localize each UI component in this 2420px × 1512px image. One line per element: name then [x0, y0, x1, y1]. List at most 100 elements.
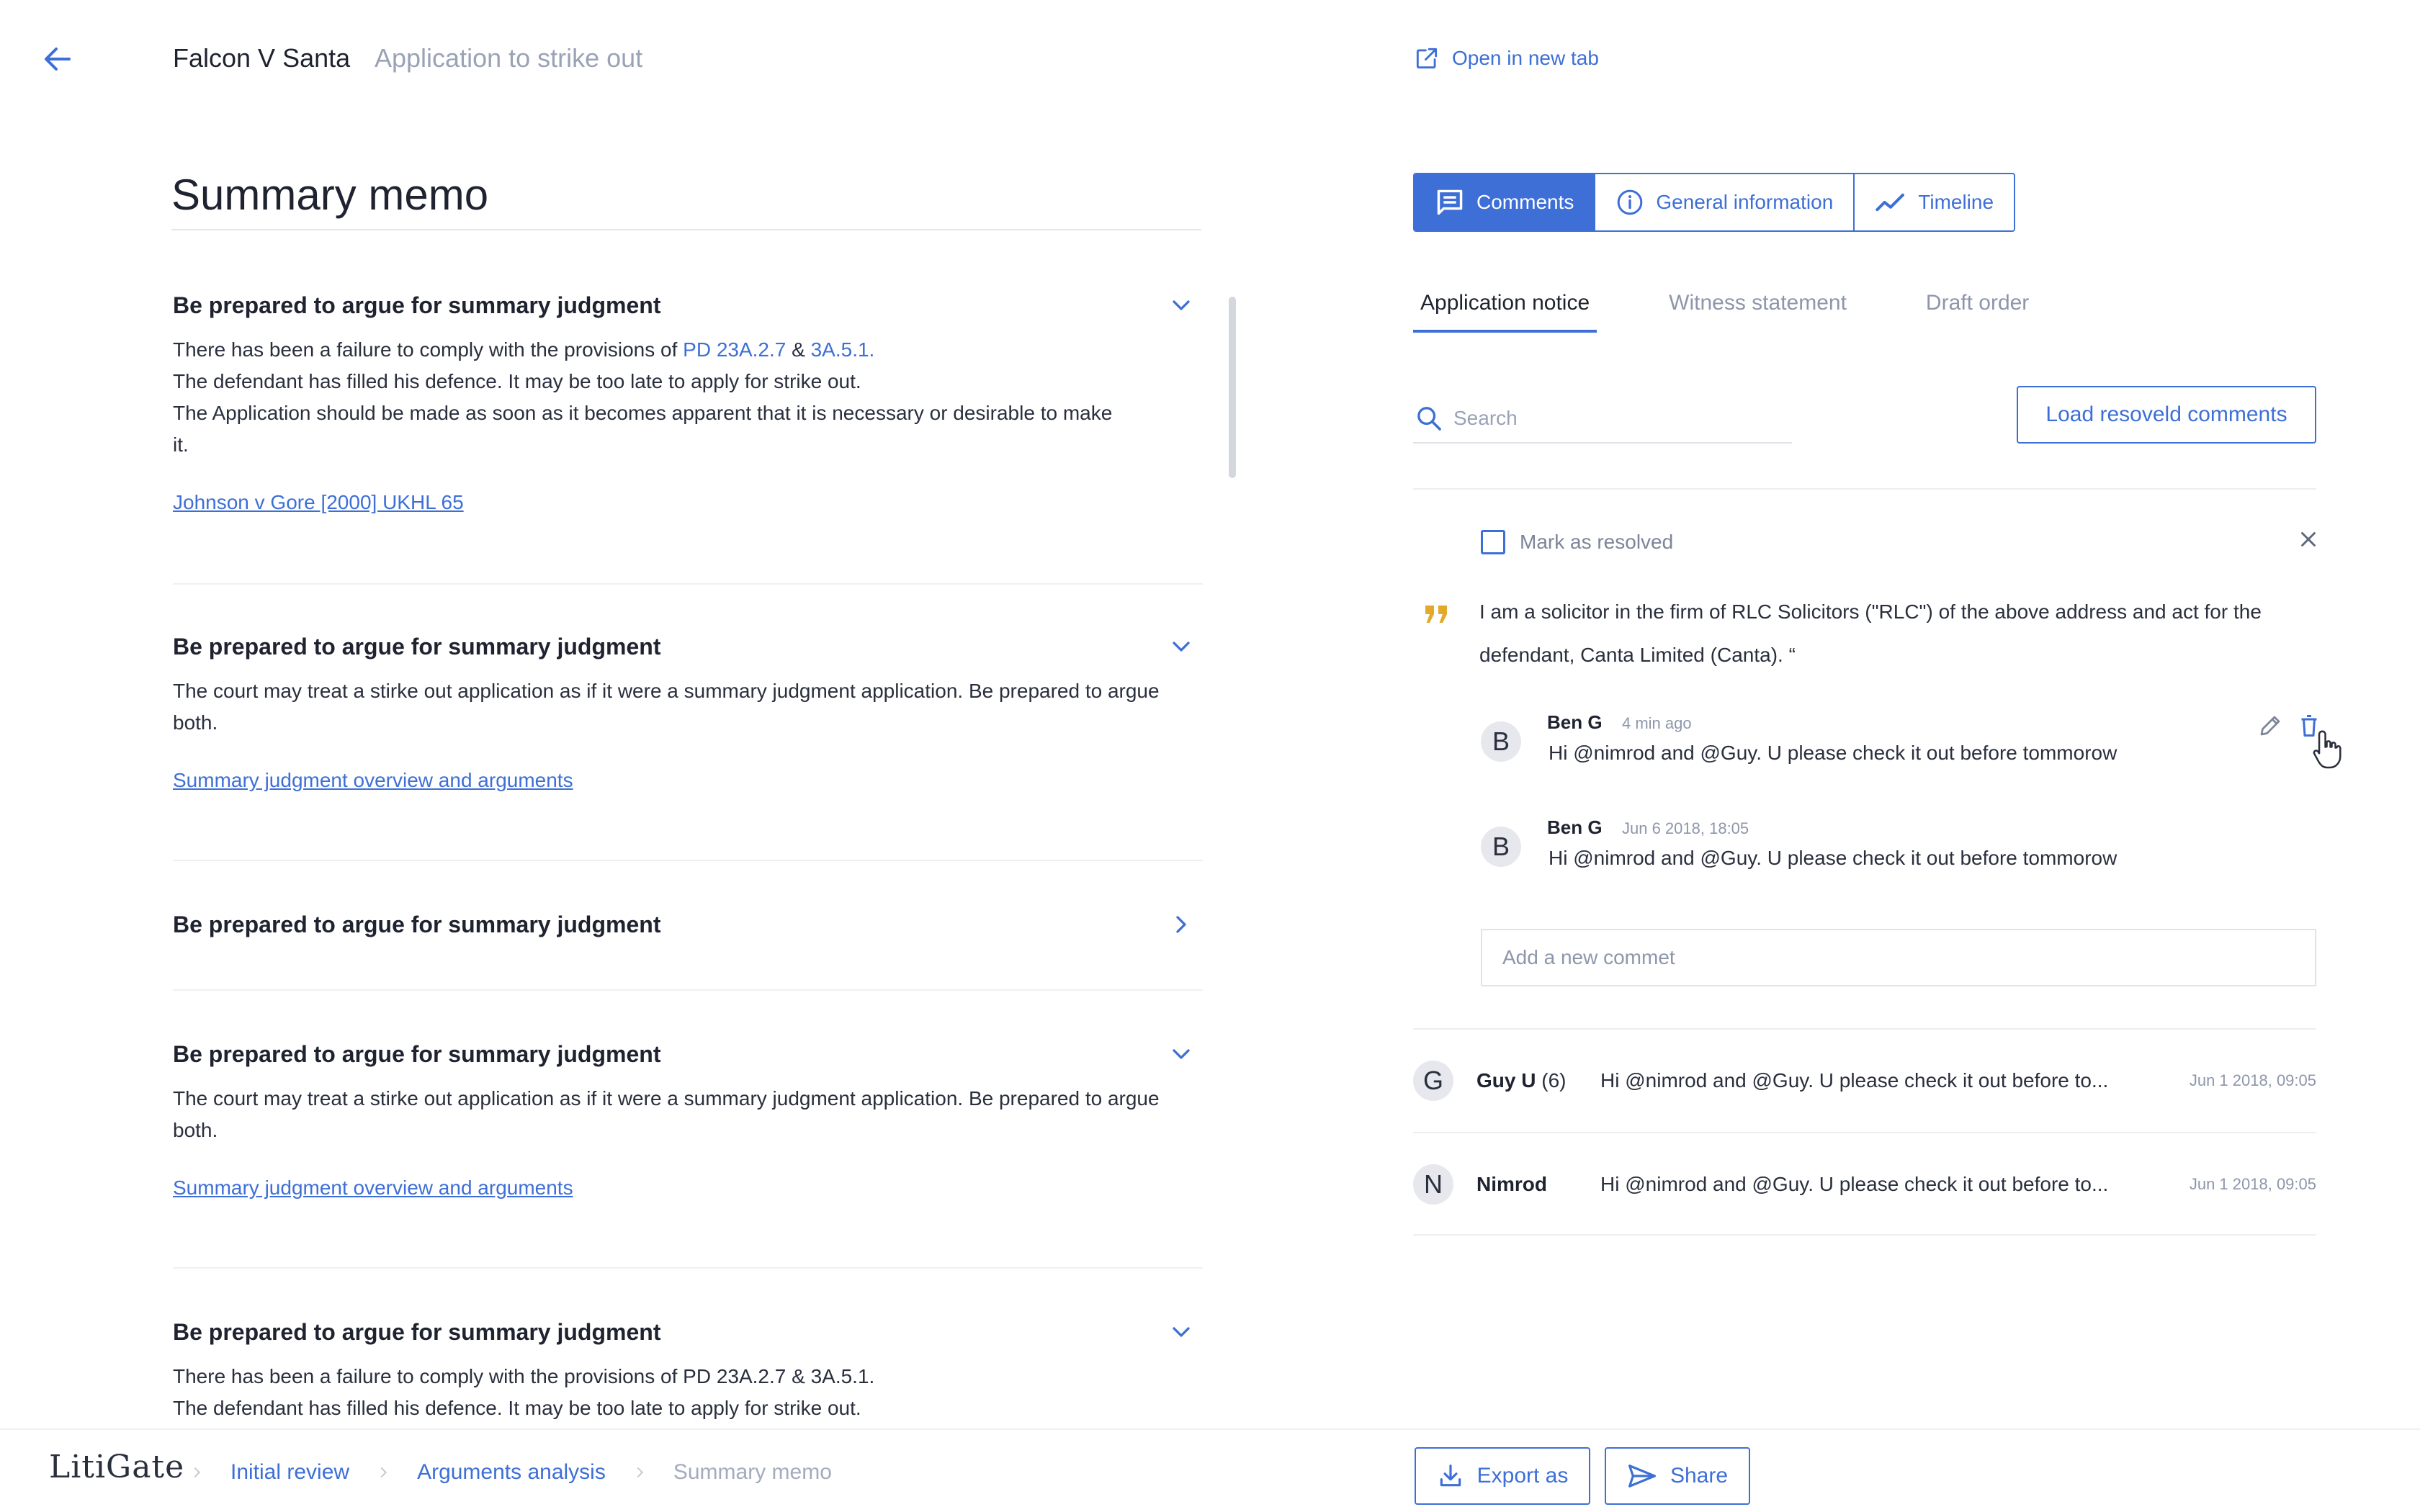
breadcrumb-arguments-analysis[interactable]: Arguments analysis — [417, 1460, 606, 1485]
thread-author: Guy U (6) — [1476, 1069, 1567, 1092]
comment-text: Hi @nimrod and @Guy. U please check it o… — [1549, 847, 2118, 869]
section-divider — [173, 860, 1203, 861]
page-title: Summary memo — [171, 171, 489, 219]
comment-author: Ben G — [1547, 711, 1603, 733]
section-header[interactable]: Be prepared to argue for summary judgmen… — [173, 907, 1203, 942]
segment-label: General information — [1656, 191, 1834, 213]
section-text: The defendant has filled his defence. It… — [173, 1397, 861, 1419]
external-link-icon — [1416, 48, 1438, 69]
section-text: & — [786, 338, 811, 361]
comment-thread-row[interactable]: G Guy U (6) Hi @nimrod and @Guy. U pleas… — [1413, 1030, 2316, 1132]
section-header[interactable]: Be prepared to argue for summary judgmen… — [173, 1315, 1203, 1349]
edit-icon[interactable] — [2257, 713, 2283, 739]
case-subtitle: Application to strike out — [375, 43, 643, 73]
summary-judgment-link[interactable]: Summary judgment overview and arguments — [173, 1176, 573, 1200]
chevron-down-icon[interactable] — [1167, 291, 1196, 320]
case-link[interactable]: Johnson v Gore [2000] UKHL 65 — [173, 491, 464, 514]
thread-author-name: Guy U — [1476, 1069, 1536, 1092]
avatar: N — [1413, 1164, 1453, 1205]
pointer-hand-icon — [2313, 730, 2341, 769]
chevron-down-icon[interactable] — [1167, 1040, 1196, 1068]
section-title: Be prepared to argue for summary judgmen… — [173, 1040, 661, 1067]
comment-author: Ben G — [1547, 816, 1603, 838]
section-title: Be prepared to argue for summary judgmen… — [173, 1318, 661, 1345]
thread-author-name: Nimrod — [1476, 1173, 1547, 1195]
avatar: G — [1413, 1061, 1453, 1101]
section-text: The court may treat a stirke out applica… — [173, 680, 1160, 734]
app-logo[interactable]: LitiGate — [49, 1449, 184, 1485]
close-icon[interactable] — [2296, 527, 2321, 552]
chevron-right-icon — [380, 1467, 387, 1478]
comment-text: Hi @nimrod and @Guy. U please check it o… — [1549, 742, 2118, 764]
reference-link[interactable]: PD 23A.2.7 — [683, 338, 786, 361]
memo-section: Be prepared to argue for summary judgmen… — [173, 629, 1203, 792]
segment-label: Timeline — [1918, 191, 1994, 213]
export-button[interactable]: Export as — [1415, 1447, 1590, 1505]
avatar: B — [1481, 827, 1521, 867]
summary-judgment-link[interactable]: Summary judgment overview and arguments — [173, 769, 573, 792]
share-button[interactable]: Share — [1605, 1447, 1750, 1505]
memo-section: Be prepared to argue for summary judgmen… — [173, 288, 1203, 514]
comment-time: 4 min ago — [1622, 714, 1692, 732]
chevron-down-icon[interactable] — [1167, 1318, 1196, 1346]
tab-draft-order[interactable]: Draft order — [1919, 291, 2036, 333]
comment-thread-row[interactable]: N Nimrod Hi @nimrod and @Guy. U please c… — [1413, 1133, 2316, 1236]
new-comment-input[interactable] — [1481, 929, 2316, 986]
panel-divider — [1413, 488, 2316, 490]
mark-resolved-checkbox[interactable] — [1481, 530, 1505, 554]
section-title: Be prepared to argue for summary judgmen… — [173, 911, 661, 937]
chevron-right-icon[interactable] — [1167, 910, 1196, 939]
breadcrumb-summary-memo: Summary memo — [673, 1460, 832, 1484]
memo-section: Be prepared to argue for summary judgmen… — [173, 907, 1203, 942]
section-text: The defendant has filled his defence. It… — [173, 370, 861, 392]
chevron-down-icon[interactable] — [1167, 632, 1196, 661]
thread-date: Jun 1 2018, 09:05 — [2189, 1175, 2316, 1193]
quote-icon — [1425, 606, 1447, 623]
reference-link[interactable]: 3A.5.1. — [811, 338, 875, 361]
tab-witness-statement[interactable]: Witness statement — [1662, 291, 1854, 333]
segment-label: Comments — [1476, 191, 1574, 213]
search-icon — [1417, 407, 1441, 431]
section-title: Be prepared to argue for summary judgmen… — [173, 292, 661, 318]
load-resolved-comments-button[interactable]: Load resoveld comments — [2017, 386, 2316, 444]
search-bar — [1413, 395, 1792, 444]
panel-segmented-control: Comments General information Timeline — [1413, 173, 2016, 232]
section-title: Be prepared to argue for summary judgmen… — [173, 633, 661, 660]
thread-reply-count: (6) — [1541, 1069, 1567, 1092]
search-input[interactable] — [1453, 407, 1770, 430]
segment-comments[interactable]: Comments — [1415, 174, 1596, 230]
send-icon — [1628, 1464, 1656, 1488]
section-header[interactable]: Be prepared to argue for summary judgmen… — [173, 288, 1203, 323]
mark-resolved-row[interactable]: Mark as resolved — [1481, 530, 1673, 554]
comment-item: B Ben G 4 min ago Hi @nimrod and @Guy. U… — [1481, 711, 2316, 776]
mark-resolved-label: Mark as resolved — [1520, 531, 1674, 553]
avatar: B — [1481, 721, 1521, 762]
segment-timeline[interactable]: Timeline — [1855, 174, 2015, 230]
panel-divider — [1413, 1234, 2316, 1236]
case-title: Falcon V Santa — [173, 43, 351, 73]
export-label: Export as — [1476, 1464, 1569, 1488]
tab-application-notice[interactable]: Application notice — [1413, 291, 1597, 333]
memo-scrollbar[interactable] — [1229, 297, 1236, 478]
document-tabs: Application notice Witness statement Dra… — [1413, 291, 2036, 333]
share-label: Share — [1670, 1464, 1729, 1488]
section-text: There has been a failure to comply with … — [173, 338, 684, 361]
breadcrumb: Initial review Arguments analysis Summar… — [189, 1460, 832, 1485]
segment-general-information[interactable]: General information — [1595, 174, 1855, 230]
download-icon — [1440, 1464, 1461, 1487]
section-divider — [173, 1267, 1203, 1269]
section-header[interactable]: Be prepared to argue for summary judgmen… — [173, 629, 1203, 664]
memo-section: Be prepared to argue for summary judgmen… — [173, 1315, 1203, 1424]
open-in-new-tab-link[interactable]: Open in new tab — [1413, 45, 1599, 72]
thread-preview: Hi @nimrod and @Guy. U please check it o… — [1600, 1173, 2109, 1195]
chevron-right-icon — [637, 1467, 643, 1478]
comment-time: Jun 6 2018, 18:05 — [1622, 819, 1749, 837]
back-arrow-icon[interactable] — [40, 42, 75, 76]
footer-divider — [0, 1428, 2420, 1430]
thread-preview: Hi @nimrod and @Guy. U please check it o… — [1600, 1069, 2109, 1092]
section-header[interactable]: Be prepared to argue for summary judgmen… — [173, 1037, 1203, 1071]
chevron-right-icon — [194, 1467, 201, 1478]
breadcrumb-initial-review[interactable]: Initial review — [230, 1460, 349, 1485]
comment-item: B Ben G Jun 6 2018, 18:05 Hi @nimrod and… — [1481, 816, 2316, 881]
section-divider — [173, 583, 1203, 585]
